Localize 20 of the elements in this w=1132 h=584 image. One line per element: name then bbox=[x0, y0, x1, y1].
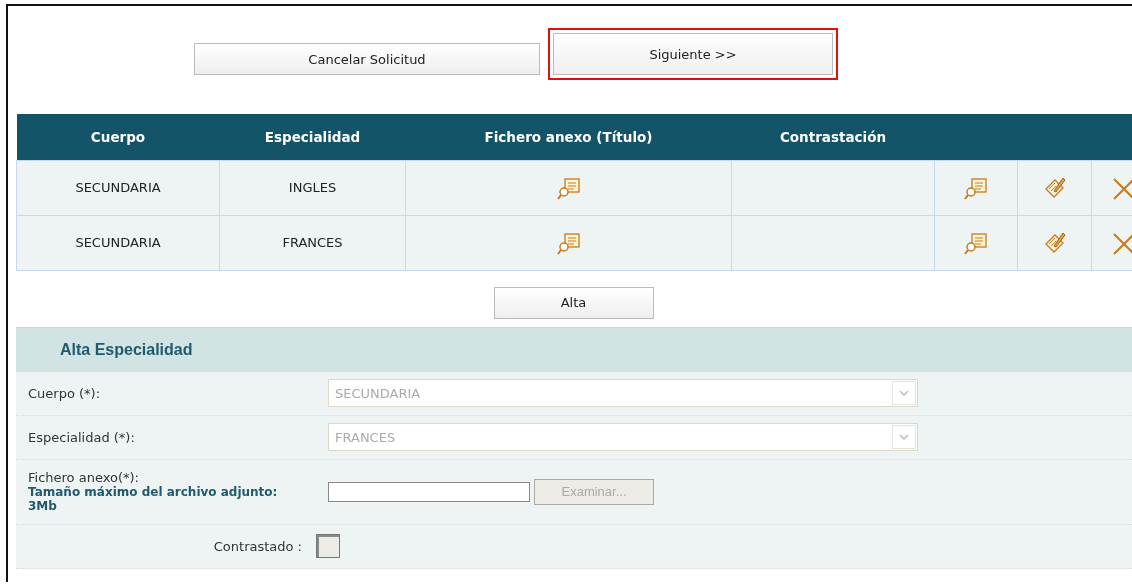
table-cell: SECUNDARIA bbox=[16, 160, 220, 215]
size-note: Tamaño máximo del archivo adjunto: 3Mb bbox=[28, 485, 279, 513]
column-header: Cuerpo bbox=[16, 114, 220, 160]
field-label: Cuerpo (*): bbox=[28, 385, 102, 401]
column-header: Contrastación bbox=[731, 114, 935, 160]
cancel-button[interactable]: Cancelar Solicitud bbox=[194, 43, 540, 75]
table-cell: SECUNDARIA bbox=[16, 215, 220, 270]
column-header: Especialidad bbox=[219, 114, 406, 160]
select-field: FRANCES bbox=[328, 423, 918, 451]
next-button[interactable]: Siguiente >> bbox=[548, 28, 838, 80]
add-button[interactable]: Alta bbox=[493, 286, 654, 319]
section-title: Alta Especialidad bbox=[60, 340, 193, 359]
file-path-field[interactable] bbox=[328, 481, 530, 502]
column-header: Fichero anexo (Título) bbox=[405, 114, 732, 160]
field-label: Contrastado : bbox=[213, 538, 302, 554]
table-cell: FRANCES bbox=[219, 215, 406, 270]
field-label: Especialidad (*): bbox=[28, 429, 136, 445]
table-cell: INGLES bbox=[219, 160, 406, 215]
field-label: Fichero anexo(*): bbox=[28, 470, 140, 485]
select-field: SECUNDARIA bbox=[328, 379, 918, 407]
